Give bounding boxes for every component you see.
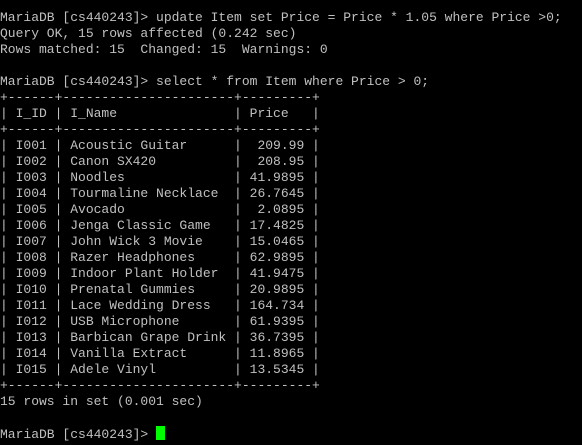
table-border-bottom: +------+----------------------+---------… [0, 378, 320, 393]
rows-matched-message: Rows matched: 15 Changed: 15 Warnings: 0 [0, 42, 328, 57]
table-row: | I007 | John Wick 3 Movie | 15.0465 | [0, 234, 320, 249]
table-border-top: +------+----------------------+---------… [0, 90, 320, 105]
text-cursor[interactable] [156, 426, 166, 440]
table-row: | I005 | Avocado | 2.0895 | [0, 202, 320, 217]
table-row: | I012 | USB Microphone | 61.9395 | [0, 314, 320, 329]
table-row: | I008 | Razer Headphones | 62.9895 | [0, 250, 320, 265]
table-header-row: | I_ID | I_Name | Price | [0, 106, 320, 121]
table-row: | I002 | Canon SX420 | 208.95 | [0, 154, 320, 169]
table-row: | I009 | Indoor Plant Holder | 41.9475 | [0, 266, 320, 281]
rows-in-set-message: 15 rows in set (0.001 sec) [0, 394, 203, 409]
mariadb-prompt: MariaDB [cs440243]> [0, 427, 157, 442]
table-row: | I010 | Prenatal Gummies | 20.9895 | [0, 282, 320, 297]
table-row: | I003 | Noodles | 41.9895 | [0, 170, 320, 185]
terminal-window[interactable]: MariaDB [cs440243]> update Item set Pric… [0, 10, 582, 442]
table-row: | I001 | Acoustic Guitar | 209.99 | [0, 138, 320, 153]
table-row: | I004 | Tourmaline Necklace | 26.7645 | [0, 186, 320, 201]
table-row: | I013 | Barbican Grape Drink | 36.7395 … [0, 330, 320, 345]
table-border-header: +------+----------------------+---------… [0, 122, 320, 137]
table-row: | I006 | Jenga Classic Game | 17.4825 | [0, 218, 320, 233]
command-update: MariaDB [cs440243]> update Item set Pric… [0, 10, 562, 25]
query-ok-message: Query OK, 15 rows affected (0.242 sec) [0, 26, 297, 41]
table-row: | I011 | Lace Wedding Dress | 164.734 | [0, 298, 320, 313]
prompt-line[interactable]: MariaDB [cs440243]> [0, 426, 582, 442]
table-row: | I014 | Vanilla Extract | 11.8965 | [0, 346, 320, 361]
command-select: MariaDB [cs440243]> select * from Item w… [0, 74, 430, 89]
table-row: | I015 | Adele Vinyl | 13.5345 | [0, 362, 320, 377]
